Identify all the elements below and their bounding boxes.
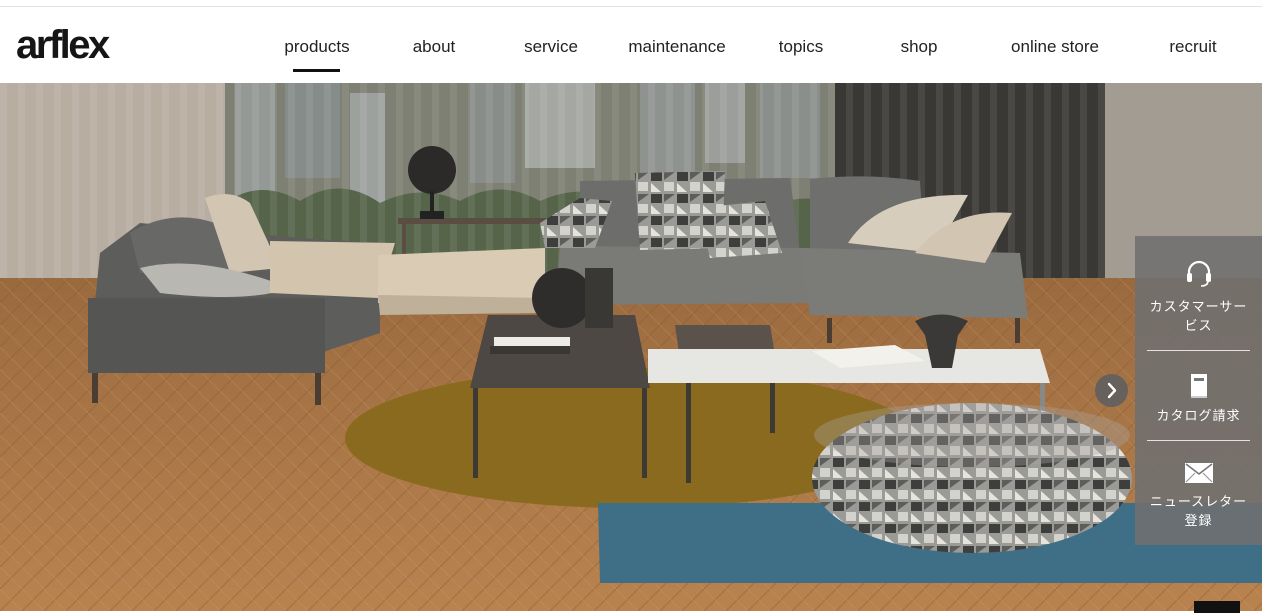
active-nav-underline [293, 69, 340, 72]
nav-online-store[interactable]: online store [1011, 37, 1099, 57]
envelope-icon [1184, 463, 1213, 483]
nav-shop[interactable]: shop [901, 37, 938, 57]
arflex-logo[interactable]: arflex [16, 23, 110, 67]
customer-service-label-line1: カスタマーサー [1149, 300, 1248, 315]
hero-living-room-image [0, 83, 1262, 611]
slider-next-button[interactable] [1095, 374, 1128, 407]
side-contact-panel: カスタマーサー ビス カタログ請求 ニュースレター 登録 [1135, 236, 1262, 545]
nav-maintenance[interactable]: maintenance [628, 37, 725, 57]
catalog-request-link[interactable]: カタログ請求 [1135, 372, 1262, 426]
side-panel-divider [1147, 350, 1250, 351]
catalog-icon [1190, 374, 1207, 398]
nav-recruit[interactable]: recruit [1169, 37, 1216, 57]
nav-service[interactable]: service [524, 37, 578, 57]
nav-about[interactable]: about [413, 37, 456, 57]
customer-service-label-line2: ビス [1184, 319, 1213, 334]
site-header: arflex products about service maintenanc… [0, 7, 1262, 83]
side-panel-divider [1147, 440, 1250, 441]
nav-topics[interactable]: topics [779, 37, 823, 57]
chevron-right-icon [1107, 382, 1117, 399]
customer-service-link[interactable]: カスタマーサー ビス [1135, 258, 1262, 336]
headset-icon [1186, 260, 1211, 287]
newsletter-label-line1: ニュースレター [1149, 495, 1248, 510]
page-top-button[interactable] [1194, 601, 1240, 613]
newsletter-label-line2: 登録 [1184, 514, 1213, 529]
newsletter-signup-link[interactable]: ニュースレター 登録 [1135, 462, 1262, 531]
hero-slideshow[interactable] [0, 83, 1262, 611]
nav-products[interactable]: products [284, 37, 349, 57]
catalog-request-label: カタログ請求 [1156, 409, 1241, 424]
